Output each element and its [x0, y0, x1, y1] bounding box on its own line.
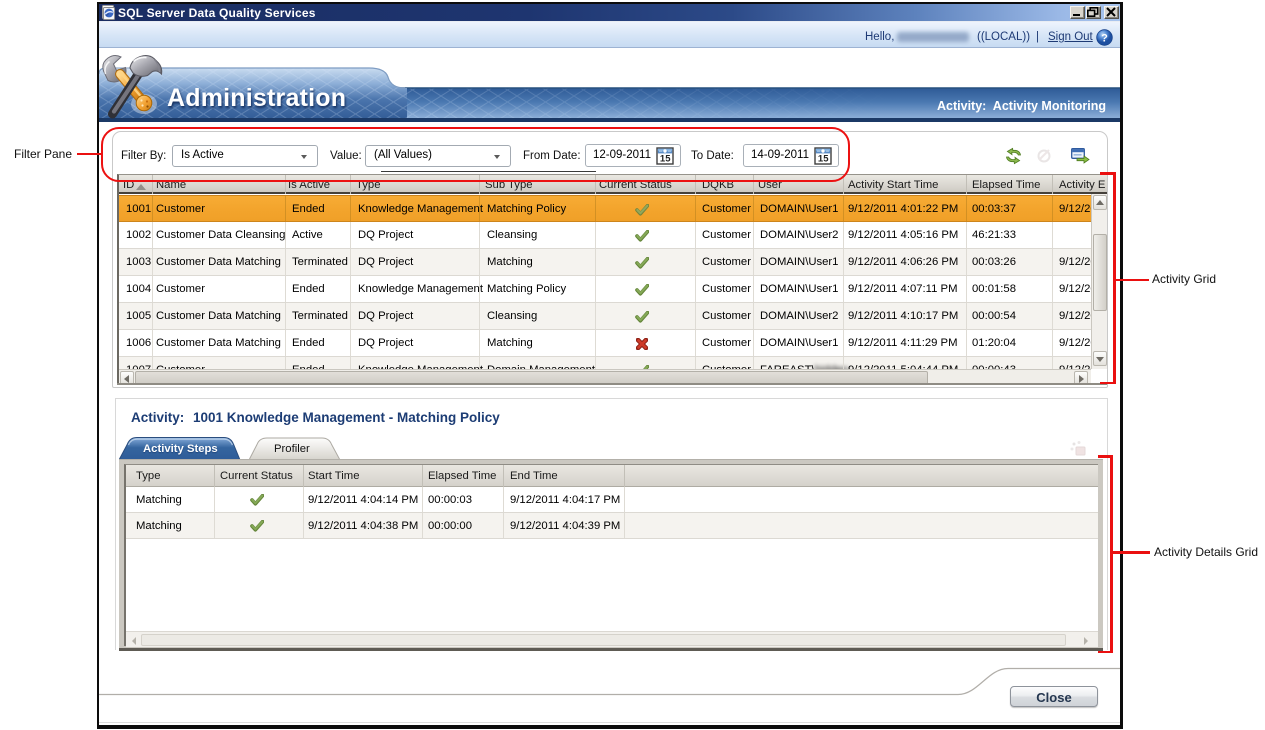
svg-text:?: ?: [1101, 33, 1108, 45]
